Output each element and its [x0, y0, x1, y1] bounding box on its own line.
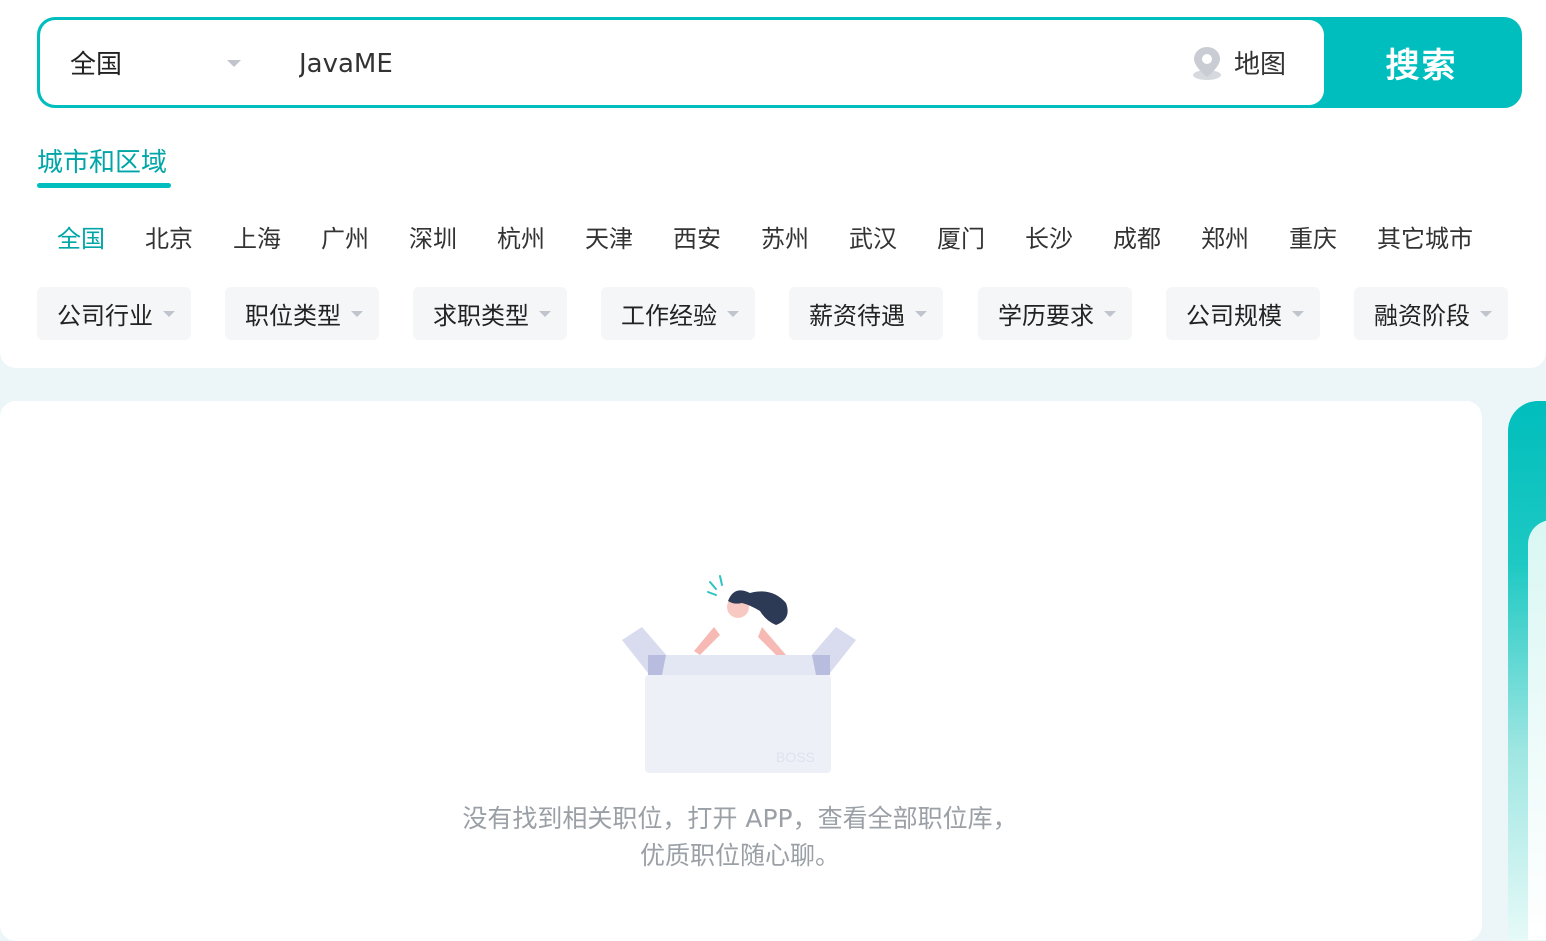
- chevron-down-icon: [727, 310, 739, 317]
- map-button-label: 地图: [1234, 50, 1287, 80]
- city-item-shanghai[interactable]: 上海: [213, 219, 301, 254]
- filter-label: 公司行业: [57, 302, 153, 330]
- search-bar: 全国 地图 搜索: [37, 17, 1522, 108]
- city-item-chongqing[interactable]: 重庆: [1269, 219, 1357, 254]
- chevron-down-icon: [227, 60, 241, 67]
- filter-label: 学历要求: [998, 302, 1094, 330]
- map-pin-icon: [1193, 46, 1221, 80]
- chevron-down-icon: [539, 310, 551, 317]
- city-item-quanguo[interactable]: 全国: [37, 219, 125, 254]
- tab-city-region[interactable]: 城市和区域: [37, 142, 167, 179]
- filter-salary[interactable]: 薪资待遇: [789, 287, 943, 340]
- filter-experience[interactable]: 工作经验: [601, 287, 755, 340]
- search-inner: 全国 地图: [40, 20, 1324, 105]
- city-item-other[interactable]: 其它城市: [1357, 219, 1493, 254]
- empty-box-illustration-icon: BOSS: [622, 575, 856, 773]
- city-item-shenzhen[interactable]: 深圳: [389, 219, 477, 254]
- filter-education[interactable]: 学历要求: [978, 287, 1132, 340]
- empty-state-message: 没有找到相关职位，打开 APP，查看全部职位库， 优质职位随心聊。: [380, 800, 1100, 874]
- filter-label: 薪资待遇: [809, 302, 905, 330]
- chevron-down-icon: [1104, 310, 1116, 317]
- filter-row: 公司行业 职位类型 求职类型 工作经验 薪资待遇 学历要求 公司规模 融资阶段: [37, 287, 1509, 340]
- city-list: 全国 北京 上海 广州 深圳 杭州 天津 西安 苏州 武汉 厦门 长沙 成都 郑…: [37, 218, 1493, 254]
- city-item-suzhou[interactable]: 苏州: [741, 219, 829, 254]
- tab-underline: [37, 183, 171, 188]
- city-item-hangzhou[interactable]: 杭州: [477, 219, 565, 254]
- empty-state-line-2: 优质职位随心聊。: [639, 841, 840, 870]
- filter-label: 职位类型: [245, 302, 341, 330]
- chevron-down-icon: [163, 310, 175, 317]
- city-item-chengdu[interactable]: 成都: [1093, 219, 1181, 254]
- city-item-tianjin[interactable]: 天津: [565, 219, 653, 254]
- filter-industry[interactable]: 公司行业: [37, 287, 191, 340]
- search-button[interactable]: 搜索: [1324, 20, 1519, 105]
- search-input[interactable]: [297, 40, 1161, 88]
- chevron-down-icon: [1480, 310, 1492, 317]
- city-select[interactable]: 全国: [70, 20, 250, 105]
- city-item-zhengzhou[interactable]: 郑州: [1181, 219, 1269, 254]
- filter-label: 求职类型: [433, 302, 529, 330]
- filter-funding-stage[interactable]: 融资阶段: [1354, 287, 1508, 340]
- city-item-xian[interactable]: 西安: [653, 219, 741, 254]
- map-button[interactable]: 地图: [1190, 20, 1286, 105]
- filter-label: 公司规模: [1186, 302, 1282, 330]
- filter-company-size[interactable]: 公司规模: [1166, 287, 1320, 340]
- city-item-changsha[interactable]: 长沙: [1005, 219, 1093, 254]
- side-promo-card-inner: [1528, 520, 1546, 940]
- city-item-beijing[interactable]: 北京: [125, 219, 213, 254]
- filter-label: 工作经验: [621, 302, 717, 330]
- filter-job-type[interactable]: 职位类型: [225, 287, 379, 340]
- filter-seeking-type[interactable]: 求职类型: [413, 287, 567, 340]
- chevron-down-icon: [915, 310, 927, 317]
- search-panel: 全国 地图 搜索 城市和区域 全国 北京 上海 广州 深圳 杭州 天津 西安 苏…: [0, 0, 1546, 368]
- box-brand-text: BOSS: [776, 749, 815, 765]
- filter-label: 融资阶段: [1374, 302, 1470, 330]
- city-item-wuhan[interactable]: 武汉: [829, 219, 917, 254]
- empty-state-line-1: 没有找到相关职位，打开 APP，查看全部职位库，: [462, 804, 1018, 833]
- city-select-label: 全国: [70, 50, 123, 80]
- city-item-guangzhou[interactable]: 广州: [301, 219, 389, 254]
- city-item-xiamen[interactable]: 厦门: [917, 219, 1005, 254]
- chevron-down-icon: [351, 310, 363, 317]
- chevron-down-icon: [1292, 310, 1304, 317]
